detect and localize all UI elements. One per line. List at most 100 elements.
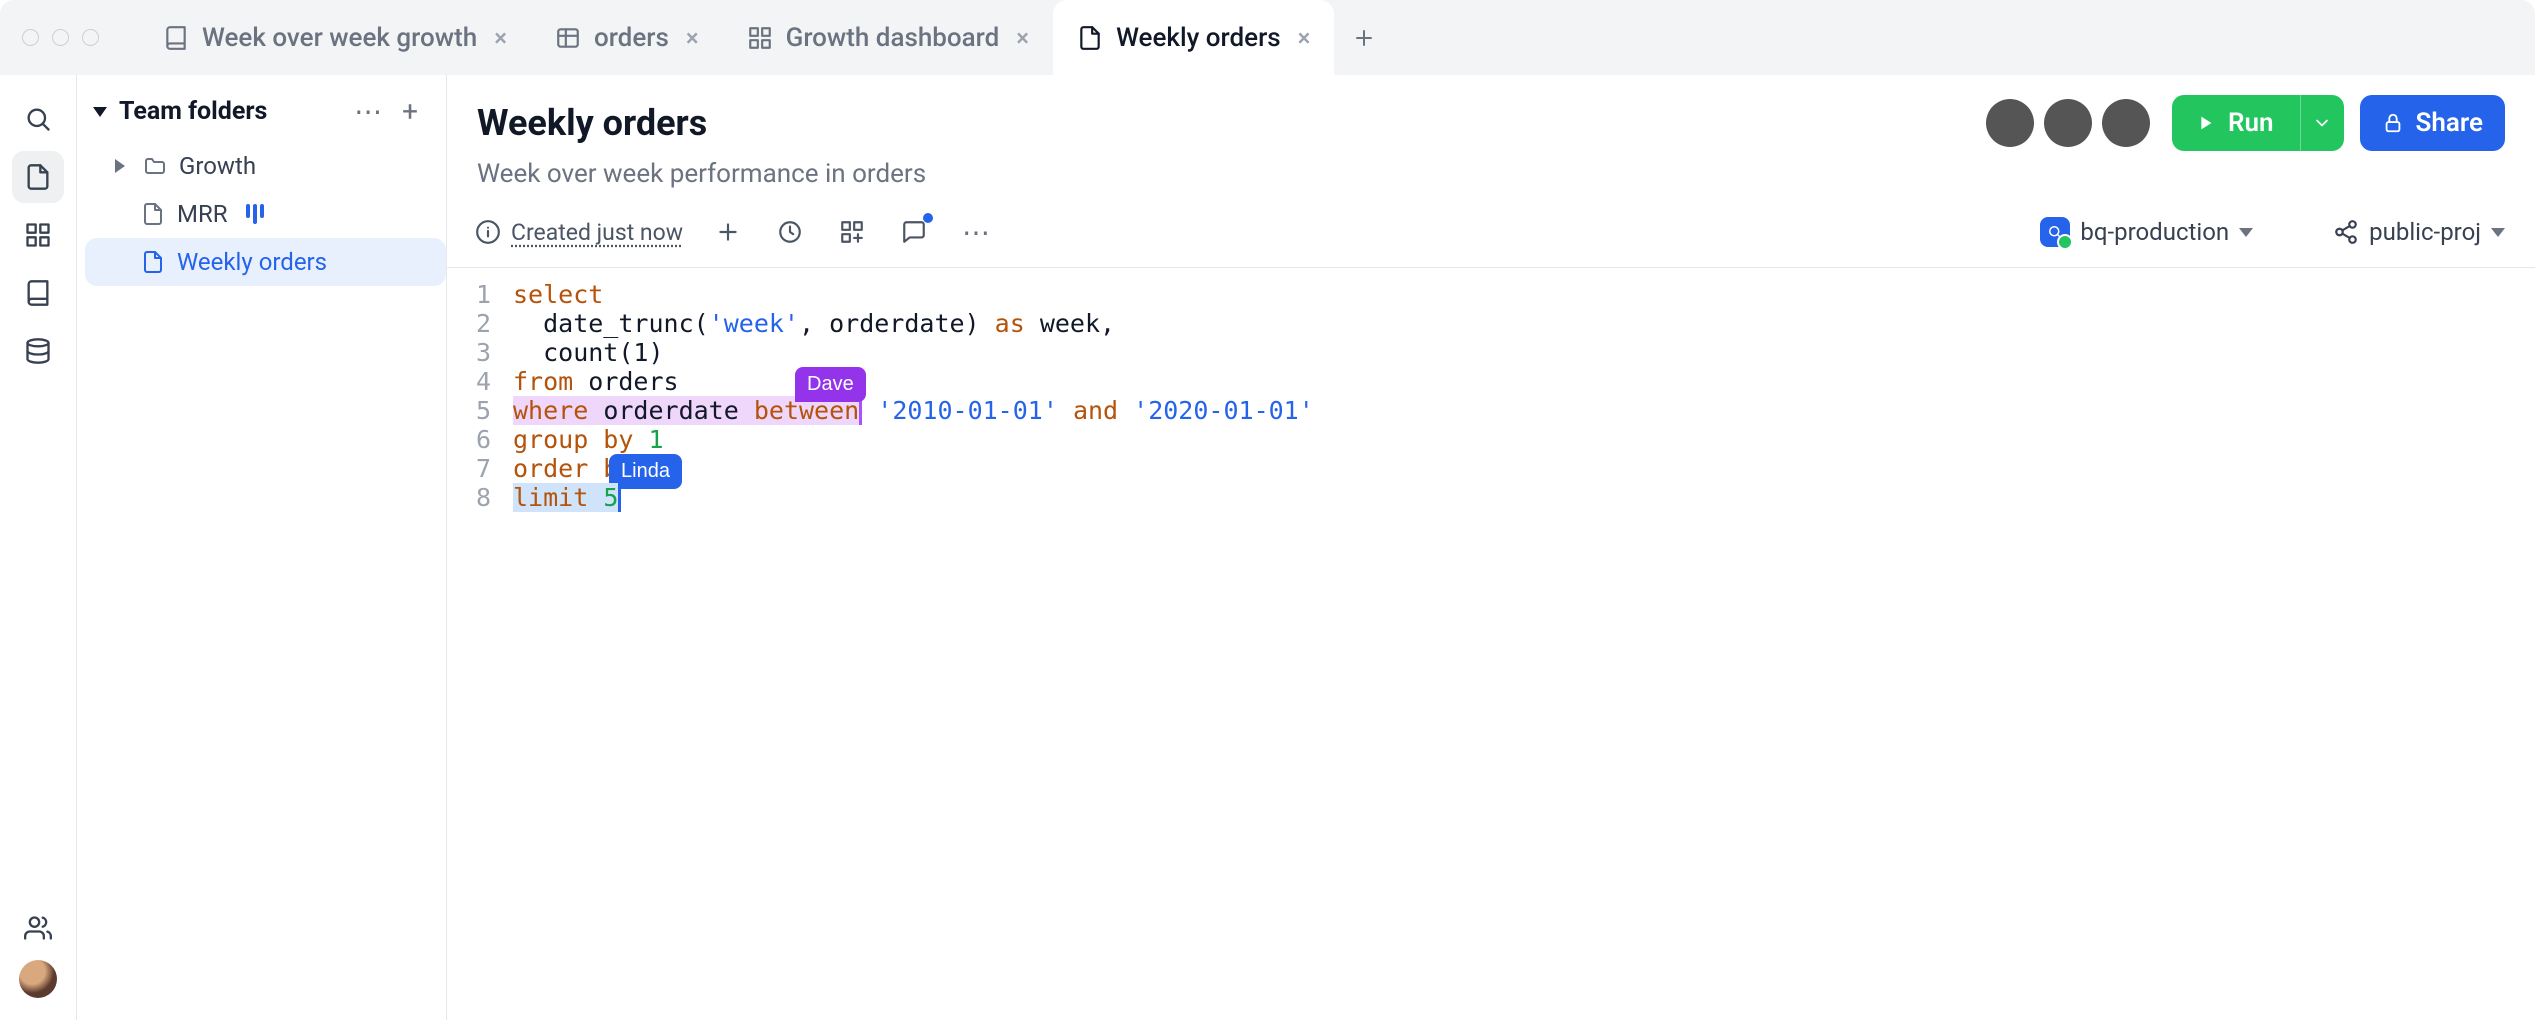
code-token: week, — [1025, 309, 1115, 338]
close-icon[interactable]: × — [494, 26, 507, 50]
connection-label: bq-production — [2080, 218, 2229, 246]
tab-label: Growth dashboard — [786, 23, 1000, 53]
tab-bar: Week over week growth × orders × Growth … — [139, 0, 1394, 75]
code-token: and — [1058, 396, 1133, 425]
page-title[interactable]: Weekly orders — [477, 102, 707, 144]
users-icon — [24, 914, 52, 942]
more-button[interactable]: ⋯ — [959, 215, 993, 249]
close-icon[interactable]: × — [1298, 26, 1311, 50]
tab-label: Weekly orders — [1116, 23, 1281, 53]
sql-editor[interactable]: 1select 2 date_trunc('week', orderdate) … — [447, 268, 2535, 512]
code-token: group by — [513, 425, 633, 454]
more-button[interactable]: ⋯ — [344, 95, 392, 128]
book-icon — [163, 25, 189, 51]
play-icon — [2194, 112, 2216, 134]
tab-label: orders — [594, 23, 669, 53]
data-button[interactable] — [12, 325, 64, 377]
minimize-window[interactable] — [52, 29, 69, 46]
new-tab-button[interactable] — [1334, 0, 1394, 75]
info-icon — [475, 219, 501, 245]
run-button[interactable]: Run — [2172, 95, 2300, 151]
add-button[interactable] — [711, 215, 745, 249]
toolbar: Created just now ⋯ bq-production public-… — [447, 189, 2535, 268]
code-token: where — [513, 396, 588, 425]
line-number: 4 — [447, 367, 513, 396]
close-icon[interactable]: × — [1016, 26, 1029, 50]
code-token: orders — [573, 367, 678, 396]
sidebar-title: Team folders — [119, 97, 344, 126]
created-text: Created just now — [511, 219, 683, 246]
code-token: select — [513, 280, 603, 309]
project-selector[interactable]: public-proj — [2333, 218, 2505, 246]
grid-icon — [747, 25, 773, 51]
search-icon — [24, 105, 52, 133]
code-token — [862, 396, 877, 425]
code-token: as — [995, 309, 1025, 338]
run-button-group: Run — [2172, 95, 2344, 151]
history-button[interactable] — [773, 215, 807, 249]
add-folder-button[interactable]: + — [392, 95, 428, 128]
tab-weekly-orders[interactable]: Weekly orders × — [1053, 0, 1334, 75]
sidebar: Team folders ⋯ + Growth MRR Weekly order… — [77, 75, 447, 1020]
created-meta[interactable]: Created just now — [475, 219, 683, 246]
files-button[interactable] — [12, 151, 64, 203]
loading-icon — [246, 204, 264, 224]
team-button[interactable] — [12, 902, 64, 954]
dashboards-button[interactable] — [12, 209, 64, 261]
table-icon — [555, 25, 581, 51]
connection-selector[interactable]: bq-production — [2040, 217, 2253, 247]
code-token: 1 — [633, 425, 663, 454]
file-icon — [141, 202, 165, 226]
close-window[interactable] — [22, 29, 39, 46]
share-button[interactable]: Share — [2360, 95, 2505, 151]
avatar[interactable] — [1986, 99, 2034, 147]
sidebar-item-label: Weekly orders — [177, 248, 327, 276]
avatar[interactable] — [2102, 99, 2150, 147]
folder-tree: Growth MRR Weekly orders — [77, 142, 446, 286]
book-icon — [24, 279, 52, 307]
comment-icon — [901, 219, 927, 245]
folder-icon — [143, 154, 167, 178]
chevron-down-icon — [2239, 228, 2253, 237]
sidebar-item-growth[interactable]: Growth — [85, 142, 446, 190]
tab-week-over-week[interactable]: Week over week growth × — [139, 0, 531, 75]
chevron-right-icon — [115, 159, 125, 173]
code-token: from — [513, 367, 573, 396]
code-token: '2020-01-01' — [1133, 396, 1314, 425]
line-number: 6 — [447, 425, 513, 454]
tab-label: Week over week growth — [202, 23, 477, 53]
code-token: orderdate — [588, 396, 754, 425]
avatar[interactable] — [2044, 99, 2092, 147]
run-options-button[interactable] — [2300, 95, 2344, 151]
line-number: 7 — [447, 454, 513, 483]
share-label: Share — [2416, 108, 2483, 138]
sidebar-item-weekly-orders[interactable]: Weekly orders — [85, 238, 446, 286]
sidebar-item-mrr[interactable]: MRR — [85, 190, 446, 238]
line-number: 3 — [447, 338, 513, 367]
document-header: Weekly orders Run — [447, 75, 2535, 189]
chevron-down-icon[interactable] — [93, 107, 107, 117]
docs-button[interactable] — [12, 267, 64, 319]
close-icon[interactable]: × — [686, 26, 699, 50]
tab-growth-dashboard[interactable]: Growth dashboard × — [723, 0, 1053, 75]
sidebar-header: Team folders ⋯ + — [77, 89, 446, 142]
search-button[interactable] — [12, 93, 64, 145]
run-label: Run — [2228, 108, 2274, 138]
main-panel: Weekly orders Run — [447, 75, 2535, 1020]
code-token: , orderdate) — [799, 309, 995, 338]
grid-icon — [24, 221, 52, 249]
code-token: date_trunc( — [513, 309, 709, 338]
page-subtitle[interactable]: Week over week performance in orders — [477, 159, 2505, 189]
line-number: 8 — [447, 483, 513, 512]
comments-button[interactable] — [897, 215, 931, 249]
tab-orders[interactable]: orders × — [531, 0, 723, 75]
file-icon — [1077, 25, 1103, 51]
line-number: 5 — [447, 396, 513, 425]
database-icon — [24, 337, 52, 365]
code-token: limit — [513, 483, 588, 512]
bigquery-icon — [2040, 217, 2070, 247]
chevron-down-icon — [2312, 113, 2332, 133]
add-block-button[interactable] — [835, 215, 869, 249]
user-avatar[interactable] — [19, 960, 57, 998]
zoom-window[interactable] — [82, 29, 99, 46]
